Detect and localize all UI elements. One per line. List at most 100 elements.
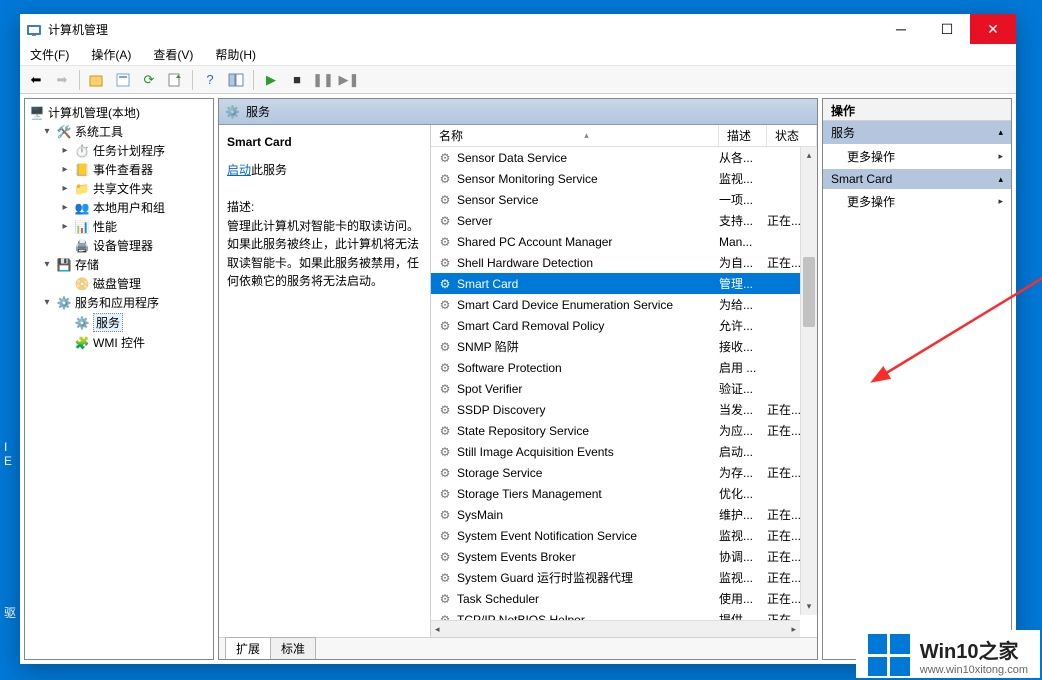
list-header[interactable]: 名称▴ 描述 状态 (431, 125, 817, 147)
service-desc: 从各... (719, 149, 767, 166)
window-title: 计算机管理 (48, 21, 108, 38)
tree-task-scheduler[interactable]: ▸⏱️任务计划程序 (27, 141, 211, 160)
actions-more-1[interactable]: 更多操作▸ (823, 144, 1011, 169)
start-service-button[interactable]: ▶ (259, 68, 283, 92)
horizontal-scrollbar[interactable]: ◂▸ (431, 620, 800, 637)
chevron-right-icon: ▸ (998, 196, 1003, 207)
tab-extended[interactable]: 扩展 (225, 637, 271, 659)
service-row[interactable]: ⚙Smart Card Removal Policy允许... (431, 315, 817, 336)
help-button[interactable]: ? (198, 68, 222, 92)
tree-shared-folders[interactable]: ▸📁共享文件夹 (27, 179, 211, 198)
minimize-button[interactable]: ─ (878, 14, 924, 44)
col-desc[interactable]: 描述 (719, 125, 767, 146)
actions-section-smartcard[interactable]: Smart Card▴ (823, 169, 1011, 189)
service-row[interactable]: ⚙State Repository Service为应...正在... (431, 420, 817, 441)
service-row[interactable]: ⚙Server支持...正在... (431, 210, 817, 231)
up-button[interactable] (85, 68, 109, 92)
service-row[interactable]: ⚙System Events Broker协调...正在... (431, 546, 817, 567)
actions-more-2[interactable]: 更多操作▸ (823, 189, 1011, 214)
gear-icon: ⚙ (437, 193, 453, 207)
service-row[interactable]: ⚙Sensor Data Service从各... (431, 147, 817, 168)
collapse-icon: ▴ (998, 127, 1003, 138)
titlebar[interactable]: 计算机管理 ─ ☐ ✕ (20, 14, 1016, 44)
service-row[interactable]: ⚙SSDP Discovery当发...正在... (431, 399, 817, 420)
properties-button[interactable] (111, 68, 135, 92)
stop-service-button[interactable]: ■ (285, 68, 309, 92)
service-name: Sensor Data Service (457, 151, 719, 165)
gear-icon: ⚙ (437, 298, 453, 312)
tree-wmi[interactable]: 🧩WMI 控件 (27, 333, 211, 352)
scroll-up-icon[interactable]: ▴ (801, 147, 817, 164)
restart-service-button[interactable]: ▶❚ (337, 68, 361, 92)
watermark-brand: Win10之家 (920, 635, 1028, 664)
refresh-button[interactable]: ⟳ (137, 68, 161, 92)
service-row[interactable]: ⚙Smart Card管理... (431, 273, 817, 294)
tree-system-tools[interactable]: ▾🛠️系统工具 (27, 122, 211, 141)
service-row[interactable]: ⚙SNMP 陷阱接收... (431, 336, 817, 357)
pause-service-button[interactable]: ❚❚ (311, 68, 335, 92)
service-desc: Man... (719, 235, 767, 249)
tree-event-viewer[interactable]: ▸📒事件查看器 (27, 160, 211, 179)
tree-device-manager[interactable]: 🖨️设备管理器 (27, 236, 211, 255)
scroll-down-icon[interactable]: ▾ (801, 598, 817, 615)
service-name: Shared PC Account Manager (457, 235, 719, 249)
service-name: Storage Service (457, 466, 719, 480)
show-hide-button[interactable] (224, 68, 248, 92)
gear-icon: ⚙ (437, 571, 453, 585)
menu-help[interactable]: 帮助(H) (211, 46, 260, 63)
menu-view[interactable]: 查看(V) (149, 46, 197, 63)
forward-button[interactable]: ➡ (50, 68, 74, 92)
start-service-link[interactable]: 启动 (227, 163, 251, 177)
gear-icon: ⚙ (437, 235, 453, 249)
service-row[interactable]: ⚙Software Protection启用 ... (431, 357, 817, 378)
menu-file[interactable]: 文件(F) (26, 46, 73, 63)
tab-standard[interactable]: 标准 (270, 637, 316, 659)
service-name: Storage Tiers Management (457, 487, 719, 501)
tree-local-users[interactable]: ▸👥本地用户和组 (27, 198, 211, 217)
col-status[interactable]: 状态 (767, 125, 817, 146)
tree-services[interactable]: ⚙️服务 (27, 312, 211, 333)
tree-performance[interactable]: ▸📊性能 (27, 217, 211, 236)
actions-section-services[interactable]: 服务▴ (823, 121, 1011, 144)
tree-services-apps[interactable]: ▾⚙️服务和应用程序 (27, 293, 211, 312)
close-button[interactable]: ✕ (970, 14, 1016, 44)
menu-action[interactable]: 操作(A) (87, 46, 135, 63)
service-name: Smart Card Removal Policy (457, 319, 719, 333)
tree-root[interactable]: 🖥️计算机管理(本地) (27, 103, 211, 122)
gear-icon: ⚙️ (225, 105, 240, 119)
service-row[interactable]: ⚙Shell Hardware Detection为自...正在... (431, 252, 817, 273)
back-button[interactable]: ⬅ (24, 68, 48, 92)
service-row[interactable]: ⚙Storage Service为存...正在... (431, 462, 817, 483)
col-name[interactable]: 名称▴ (431, 125, 719, 146)
app-icon (26, 21, 42, 37)
service-row[interactable]: ⚙Sensor Monitoring Service监视... (431, 168, 817, 189)
service-row[interactable]: ⚙Smart Card Device Enumeration Service为给… (431, 294, 817, 315)
export-button[interactable] (163, 68, 187, 92)
service-row[interactable]: ⚙Still Image Acquisition Events启动... (431, 441, 817, 462)
service-row[interactable]: ⚙Task Scheduler使用...正在... (431, 588, 817, 609)
service-desc: 优化... (719, 485, 767, 502)
gear-icon: ⚙ (437, 382, 453, 396)
service-row[interactable]: ⚙ Shared PC Account ManagerMan... (431, 231, 817, 252)
scroll-thumb[interactable] (803, 257, 815, 327)
detail-service-name: Smart Card (227, 135, 422, 149)
service-desc: 启用 ... (719, 359, 767, 376)
service-name: Software Protection (457, 361, 719, 375)
service-row[interactable]: ⚙Spot Verifier验证... (431, 378, 817, 399)
service-row[interactable]: ⚙Storage Tiers Management优化... (431, 483, 817, 504)
service-desc: 协调... (719, 548, 767, 565)
services-list[interactable]: 名称▴ 描述 状态 ⚙Sensor Data Service从各...⚙Sens… (431, 125, 817, 637)
service-row[interactable]: ⚙SysMain维护...正在... (431, 504, 817, 525)
service-row[interactable]: ⚙Sensor Service一项... (431, 189, 817, 210)
tree-disk-management[interactable]: 📀磁盘管理 (27, 274, 211, 293)
tree-storage[interactable]: ▾💾存储 (27, 255, 211, 274)
service-row[interactable]: ⚙System Guard 运行时监视器代理监视...正在... (431, 567, 817, 588)
service-name: SysMain (457, 508, 719, 522)
vertical-scrollbar[interactable]: ▴ ▾ (800, 147, 817, 615)
maximize-button[interactable]: ☐ (924, 14, 970, 44)
gear-icon: ⚙ (437, 445, 453, 459)
service-row[interactable]: ⚙System Event Notification Service监视...正… (431, 525, 817, 546)
service-name: Shell Hardware Detection (457, 256, 719, 270)
service-name: SNMP 陷阱 (457, 338, 719, 355)
nav-tree[interactable]: 🖥️计算机管理(本地) ▾🛠️系统工具 ▸⏱️任务计划程序 ▸📒事件查看器 ▸📁… (24, 98, 214, 660)
